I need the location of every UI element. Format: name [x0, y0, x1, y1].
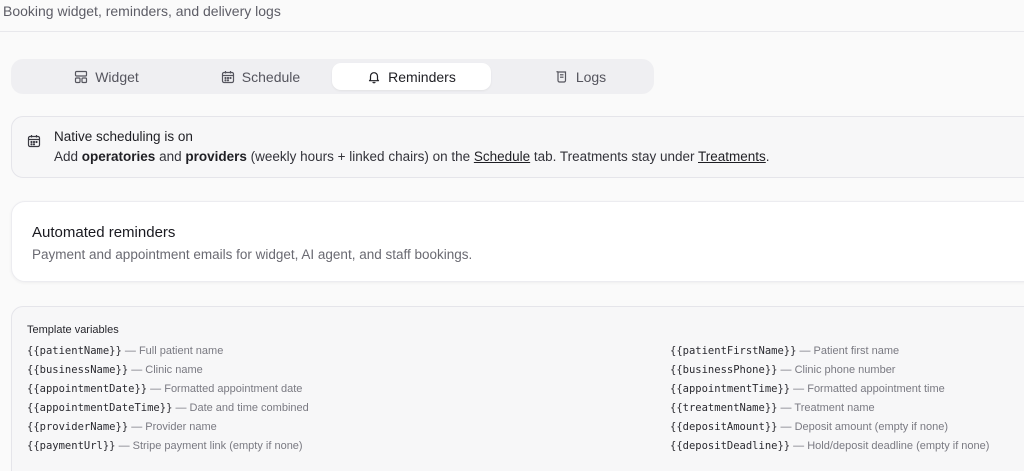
calendar-icon	[27, 134, 41, 148]
schedule-link[interactable]: Schedule	[474, 149, 530, 164]
page-subtitle: Booking widget, reminders, and delivery …	[3, 3, 281, 19]
tab-schedule[interactable]: Schedule	[181, 63, 340, 90]
variable-code: {{depositAmount}}	[670, 421, 778, 433]
notice-bold-operatories: operatories	[81, 149, 156, 164]
variable-item: {{paymentUrl}} — Stripe payment link (em…	[27, 440, 303, 452]
layout-icon	[74, 70, 88, 84]
variable-code: {{businessPhone}}	[670, 364, 778, 376]
variable-item: {{appointmentTime}} — Formatted appointm…	[670, 383, 945, 395]
variable-description: — Treatment name	[777, 402, 875, 414]
variable-description: — Formatted appointment time	[790, 383, 945, 395]
variable-item: {{appointmentDateTime}} — Date and time …	[27, 402, 309, 414]
tab-label: Schedule	[241, 68, 301, 85]
variable-item: {{businessPhone}} — Clinic phone number	[670, 364, 895, 376]
variable-item: {{patientFirstName}} — Patient first nam…	[670, 345, 899, 357]
variable-code: {{patientName}}	[27, 345, 122, 357]
variable-description: — Patient first name	[796, 345, 900, 357]
variable-description: — Date and time combined	[172, 402, 309, 414]
variable-code: {{depositDeadline}}	[670, 440, 791, 452]
notice-title: Native scheduling is on	[54, 129, 193, 144]
notice-text: (weekly hours + linked chairs) on the	[246, 149, 474, 164]
variable-description: — Stripe payment link (empty if none)	[115, 440, 303, 452]
card-title: Automated reminders	[32, 224, 176, 241]
tab-bar: Widget Schedule Reminders Logs	[11, 59, 654, 94]
variable-item: {{depositDeadline}} — Hold/deposit deadl…	[670, 440, 989, 452]
notice-message: Add operatories and providers (weekly ho…	[54, 149, 770, 164]
notice-bold-providers: providers	[185, 149, 247, 164]
scheduling-notice: Native scheduling is on Add operatories …	[11, 116, 1024, 178]
header-divider	[0, 31, 1024, 32]
variable-item: {{businessName}} — Clinic name	[27, 364, 203, 376]
notice-text: and	[155, 149, 186, 164]
variable-description: — Hold/deposit deadline (empty if none)	[790, 440, 990, 452]
calendar-icon	[221, 70, 235, 84]
variable-code: {{appointmentDateTime}}	[27, 402, 173, 414]
variable-description: — Provider name	[128, 421, 217, 433]
notice-text: .	[765, 149, 770, 164]
scroll-icon	[555, 70, 569, 84]
variable-item: {{patientName}} — Full patient name	[27, 345, 223, 357]
variable-code: {{providerName}}	[27, 421, 129, 433]
variable-description: — Formatted appointment date	[147, 383, 303, 395]
variable-code: {{treatmentName}}	[670, 402, 778, 414]
variable-item: {{appointmentDate}} — Formatted appointm…	[27, 383, 302, 395]
template-variables-panel: Template variables {{patientName}} — Ful…	[11, 306, 1024, 471]
template-variables-heading: Template variables	[27, 324, 119, 336]
variable-description: — Deposit amount (empty if none)	[777, 421, 949, 433]
variable-code: {{appointmentDate}}	[27, 383, 148, 395]
tab-widget[interactable]: Widget	[27, 63, 186, 90]
variable-code: {{paymentUrl}}	[27, 440, 116, 452]
tab-reminders[interactable]: Reminders	[332, 63, 491, 90]
automated-reminders-card: Automated reminders Payment and appointm…	[11, 201, 1024, 282]
tab-logs[interactable]: Logs	[501, 63, 660, 90]
variable-item: {{treatmentName}} — Treatment name	[670, 402, 875, 414]
card-description: Payment and appointment emails for widge…	[32, 247, 473, 262]
variable-description: — Full patient name	[121, 345, 224, 357]
notice-text: Add	[54, 149, 82, 164]
treatments-link[interactable]: Treatments	[698, 149, 766, 164]
variable-code: {{businessName}}	[27, 364, 129, 376]
notice-text: tab. Treatments stay under	[530, 149, 698, 164]
variable-item: {{depositAmount}} — Deposit amount (empt…	[670, 421, 948, 433]
variable-code: {{appointmentTime}}	[670, 383, 791, 395]
tab-label: Reminders	[388, 68, 456, 85]
variable-code: {{patientFirstName}}	[670, 345, 797, 357]
tab-label: Widget	[95, 68, 139, 85]
variable-description: — Clinic name	[128, 364, 203, 376]
tab-label: Logs	[575, 68, 607, 85]
bell-icon	[367, 70, 381, 84]
variable-item: {{providerName}} — Provider name	[27, 421, 217, 433]
variable-description: — Clinic phone number	[777, 364, 896, 376]
